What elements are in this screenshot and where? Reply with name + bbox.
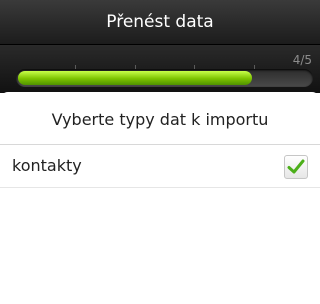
list-item-label: kontakty: [12, 156, 82, 175]
progress-fill: [18, 71, 252, 85]
contacts-checkbox[interactable]: [284, 155, 308, 179]
list-item-contacts[interactable]: kontakty: [0, 145, 320, 187]
progress-track: [16, 69, 313, 87]
section-heading: Vyberte typy dat k importu: [51, 110, 269, 129]
title-bar: Přenést data: [0, 0, 320, 44]
content-panel: Vyberte typy dat k importu kontakty: [0, 92, 320, 304]
progress-area: 4/5: [0, 44, 320, 93]
divider: [0, 187, 320, 188]
window-title: Přenést data: [106, 12, 214, 32]
checkmark-icon: [287, 159, 305, 174]
